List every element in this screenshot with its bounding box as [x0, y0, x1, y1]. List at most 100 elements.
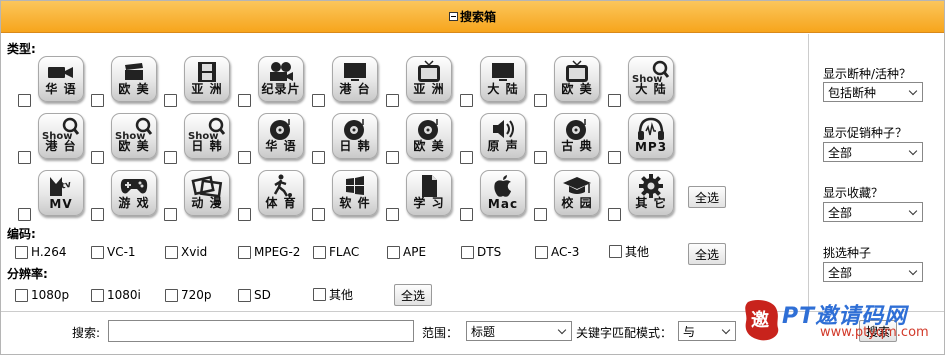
resolution-option[interactable]: SD — [238, 288, 271, 302]
resolution-option[interactable]: 1080i — [91, 288, 141, 302]
category-checkbox[interactable] — [312, 208, 325, 221]
category-icon-button[interactable]: 欧 美 — [554, 56, 600, 102]
resolution-checkbox[interactable] — [91, 288, 104, 302]
category-checkbox[interactable] — [534, 94, 547, 107]
codec-select-all-button[interactable]: 全选 — [688, 243, 727, 265]
codec-checkbox[interactable] — [238, 245, 251, 259]
category-icon-button[interactable]: 亚 洲 — [184, 56, 230, 102]
codec-checkbox[interactable] — [461, 245, 474, 259]
scope-select[interactable]: 标题 — [466, 321, 572, 341]
category-icon-button[interactable]: 原 声 — [480, 113, 526, 159]
category-icon-button[interactable]: 华 语 — [38, 56, 84, 102]
codec-option[interactable]: APE — [387, 245, 426, 259]
category-icon-button[interactable]: 华 语 — [258, 113, 304, 159]
category-icon-button[interactable]: 其 它 — [628, 170, 674, 216]
collapse-toggle-icon[interactable] — [448, 12, 458, 21]
resolution-option[interactable]: 1080p — [15, 288, 69, 302]
resolution-checkbox[interactable] — [238, 288, 251, 302]
category-label: 纪录片 — [261, 82, 301, 96]
category-icon-button[interactable]: 古 典 — [554, 113, 600, 159]
category-icon-button[interactable]: 大 陆 — [480, 56, 526, 102]
resolution-option[interactable]: 720p — [165, 288, 212, 302]
codec-checkbox[interactable] — [609, 245, 622, 258]
codec-option[interactable]: VC-1 — [91, 245, 136, 259]
codec-option[interactable]: MPEG-2 — [238, 245, 300, 259]
resolution-checkbox[interactable] — [15, 288, 28, 302]
category-checkbox[interactable] — [386, 208, 399, 221]
category-checkbox[interactable] — [312, 151, 325, 164]
codec-option[interactable]: 其他 — [609, 243, 649, 260]
codec-option[interactable]: DTS — [461, 245, 501, 259]
category-checkbox[interactable] — [18, 151, 31, 164]
category-icon-button[interactable]: MP3 — [628, 113, 674, 159]
search-input[interactable] — [108, 320, 414, 342]
codec-option[interactable]: AC-3 — [535, 245, 579, 259]
category-checkbox[interactable] — [460, 151, 473, 164]
category-checkbox[interactable] — [238, 208, 251, 221]
category-checkbox[interactable] — [91, 94, 104, 107]
category-icon-button[interactable]: Show 欧 美 — [111, 113, 157, 159]
dead-torrent-select[interactable]: 包括断种 — [823, 82, 923, 102]
category-checkbox[interactable] — [164, 151, 177, 164]
category-checkbox[interactable] — [238, 94, 251, 107]
category-checkbox[interactable] — [534, 208, 547, 221]
category-label: 其 它 — [635, 196, 667, 210]
category-icon-button[interactable]: Mac — [480, 170, 526, 216]
category-icon-button[interactable]: 亚 洲 — [406, 56, 452, 102]
codec-checkbox[interactable] — [313, 245, 326, 259]
codec-checkbox[interactable] — [91, 245, 104, 259]
category-icon-button[interactable]: Show 大 陆 — [628, 56, 674, 102]
category-checkbox[interactable] — [91, 208, 104, 221]
category-checkbox[interactable] — [608, 151, 621, 164]
category-icon-button[interactable]: tv MV — [38, 170, 84, 216]
category-select-all-button[interactable]: 全选 — [688, 186, 727, 208]
category-icon-button[interactable]: Show 日 韩 — [184, 113, 230, 159]
category-checkbox[interactable] — [608, 208, 621, 221]
category-icon-button[interactable]: 学 习 — [406, 170, 452, 216]
codec-option[interactable]: FLAC — [313, 245, 359, 259]
codec-checkbox[interactable] — [535, 245, 548, 259]
search-box-header[interactable]: 搜索箱 — [1, 1, 944, 33]
codec-checkbox[interactable] — [165, 245, 178, 259]
category-icon-button[interactable]: Show 港 台 — [38, 113, 84, 159]
category-checkbox[interactable] — [164, 208, 177, 221]
category-checkbox[interactable] — [386, 151, 399, 164]
category-checkbox[interactable] — [460, 208, 473, 221]
codec-label: DTS — [477, 245, 502, 259]
category-icon-button[interactable]: 动 漫 — [184, 170, 230, 216]
codec-option[interactable]: Xvid — [165, 245, 207, 259]
resolution-section-label: 分辨率: — [7, 267, 48, 281]
category-checkbox[interactable] — [460, 94, 473, 107]
category-checkbox[interactable] — [164, 94, 177, 107]
category-icon-button[interactable]: 纪录片 — [258, 56, 304, 102]
category-icon-button[interactable]: 校 园 — [554, 170, 600, 216]
category-icon-button[interactable]: 游 戏 — [111, 170, 157, 216]
category-label: 欧 美 — [413, 139, 445, 153]
category-checkbox[interactable] — [312, 94, 325, 107]
category-icon-button[interactable]: 体 育 — [258, 170, 304, 216]
category-checkbox[interactable] — [91, 151, 104, 164]
codec-checkbox[interactable] — [387, 245, 400, 259]
promo-select[interactable]: 全部 — [823, 142, 923, 162]
pick-select[interactable]: 全部 — [823, 262, 923, 282]
category-checkbox[interactable] — [608, 94, 621, 107]
category-checkbox[interactable] — [18, 208, 31, 221]
resolution-checkbox[interactable] — [165, 288, 178, 302]
category-icon-button[interactable]: 日 韩 — [332, 113, 378, 159]
category-icon-button[interactable]: 港 台 — [332, 56, 378, 102]
match-mode-select[interactable]: 与 — [678, 321, 736, 341]
resolution-select-all-button[interactable]: 全选 — [394, 284, 433, 306]
resolution-checkbox[interactable] — [313, 288, 326, 301]
bookmark-select[interactable]: 全部 — [823, 202, 923, 222]
category-checkbox[interactable] — [534, 151, 547, 164]
codec-checkbox[interactable] — [15, 245, 28, 259]
category-checkbox[interactable] — [18, 94, 31, 107]
category-icon-button[interactable]: 欧 美 — [111, 56, 157, 102]
resolution-label: 其他 — [329, 288, 354, 302]
category-icon-button[interactable]: 软 件 — [332, 170, 378, 216]
category-icon-button[interactable]: 欧 美 — [406, 113, 452, 159]
resolution-option[interactable]: 其他 — [313, 286, 353, 303]
category-checkbox[interactable] — [238, 151, 251, 164]
codec-option[interactable]: H.264 — [15, 245, 67, 259]
category-checkbox[interactable] — [386, 94, 399, 107]
